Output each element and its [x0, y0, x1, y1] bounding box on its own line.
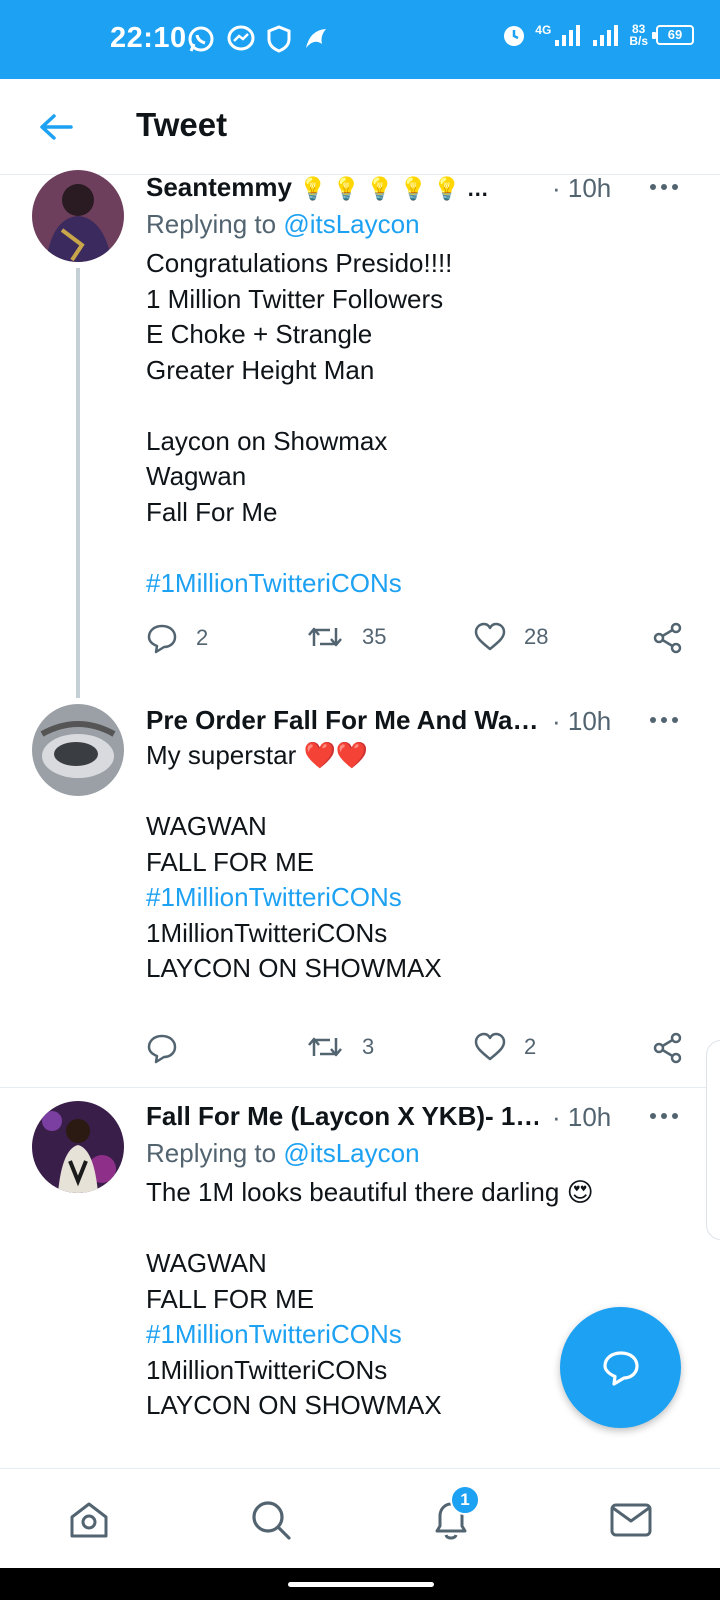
more-button[interactable]	[646, 707, 682, 733]
reply-handle-link[interactable]: @itsLaycon	[283, 209, 419, 239]
tweet-divider	[0, 1087, 720, 1088]
reply-button[interactable]: 2	[146, 622, 208, 654]
replying-to: Replying to @itsLaycon	[146, 1138, 420, 1168]
search-icon	[252, 1501, 291, 1540]
share-button[interactable]	[652, 622, 684, 654]
net-speed: 83 B/s	[629, 22, 648, 48]
hashtag-link[interactable]: #1MillionTwitteriCONs	[146, 566, 686, 602]
share-button[interactable]	[652, 1032, 684, 1064]
more-icon	[650, 1113, 678, 1119]
tweet-1[interactable]: Seantemmy 💡 💡 💡 💡 💡 … · 10h Replying to …	[0, 170, 720, 698]
like-icon	[474, 1032, 506, 1061]
tweet-time: · 10h	[552, 706, 612, 736]
messages-icon	[610, 1503, 652, 1537]
status-notification-icons	[186, 24, 330, 54]
home-gesture-bar[interactable]	[288, 1582, 434, 1587]
reply-icon	[147, 624, 177, 654]
battery-icon: 69	[652, 25, 694, 45]
tweet-actions: 2 35 28	[146, 622, 686, 658]
reply-button[interactable]	[146, 1032, 196, 1064]
author-name[interactable]: Pre Order Fall For Me And Wa…	[146, 705, 538, 736]
nav-home[interactable]	[62, 1493, 116, 1547]
compose-reply-button[interactable]	[560, 1307, 681, 1428]
reply-handle-link[interactable]: @itsLaycon	[283, 1138, 419, 1168]
like-button[interactable]: 28	[474, 622, 548, 652]
tweet-header: Seantemmy 💡 💡 💡 💡 💡 … · 10h	[146, 172, 700, 208]
retweet-icon	[308, 627, 342, 647]
whatsapp-icon	[188, 26, 214, 52]
more-button[interactable]	[646, 174, 682, 200]
share-icon	[653, 1032, 682, 1064]
nav-messages[interactable]	[604, 1493, 658, 1547]
network-type: 4G	[535, 23, 552, 37]
signal-icon	[555, 25, 581, 46]
heart-eyes-emoji: 😍	[566, 1177, 594, 1207]
page-title: Tweet	[136, 106, 228, 143]
system-navigation-bar	[0, 1568, 720, 1600]
reply-icon	[147, 1034, 177, 1064]
app-header: Tweet	[0, 79, 720, 175]
alarm-icon	[504, 26, 525, 46]
messenger-icon	[227, 25, 255, 51]
status-time: 22:10	[110, 22, 187, 54]
app-notification-icon	[306, 29, 326, 48]
notification-badge: 1	[450, 1485, 480, 1515]
more-icon	[650, 717, 678, 723]
more-icon	[650, 184, 678, 190]
status-system-icons: 4G 83 B/s 69	[501, 22, 694, 48]
like-icon	[474, 622, 506, 651]
tweet-header: Pre Order Fall For Me And Wa… · 10h	[146, 705, 700, 741]
edge-panel-handle[interactable]	[706, 1040, 720, 1240]
back-button[interactable]	[34, 105, 78, 149]
shield-icon	[267, 25, 291, 53]
avatar[interactable]	[32, 704, 124, 796]
author-name[interactable]: Fall For Me (Laycon X YKB)- 1…	[146, 1101, 538, 1132]
home-icon	[70, 1502, 108, 1538]
tweet-2[interactable]: Pre Order Fall For Me And Wa… · 10h My s…	[0, 704, 720, 1089]
bottom-navigation: 1	[0, 1468, 720, 1568]
tweet-text: My superstar ❤️❤️ WAGWAN FALL FOR ME #1M…	[146, 738, 686, 987]
thread-line	[76, 268, 80, 698]
heart-emoji: ❤️❤️	[303, 740, 369, 770]
back-arrow-icon	[40, 114, 73, 140]
more-button[interactable]	[646, 1103, 682, 1129]
author-name[interactable]: Seantemmy 💡 💡 💡 💡 💡 …	[146, 172, 489, 203]
hashtag-link[interactable]: #1MillionTwitteriCONs	[146, 880, 686, 916]
status-bar: 22:10 4G 83 B/s 69	[0, 0, 720, 79]
avatar[interactable]	[32, 1101, 124, 1193]
tweet-actions: 3 2	[146, 1032, 686, 1068]
tweet-header: Fall For Me (Laycon X YKB)- 1… · 10h	[146, 1101, 700, 1137]
retweet-button[interactable]: 35	[306, 622, 386, 652]
share-icon	[653, 622, 682, 654]
retweet-icon	[308, 1037, 342, 1057]
like-button[interactable]: 2	[474, 1032, 536, 1062]
nav-search[interactable]	[244, 1493, 298, 1547]
tweet-time: · 10h	[552, 1102, 612, 1132]
retweet-button[interactable]: 3	[306, 1032, 374, 1062]
tweet-time: · 10h	[552, 173, 612, 203]
replying-to: Replying to @itsLaycon	[146, 209, 420, 239]
compose-reply-icon	[602, 1350, 639, 1386]
tweet-text: Congratulations Presido!!!! 1 Million Tw…	[146, 246, 686, 601]
signal-icon-2	[593, 25, 619, 46]
avatar[interactable]	[32, 170, 124, 262]
